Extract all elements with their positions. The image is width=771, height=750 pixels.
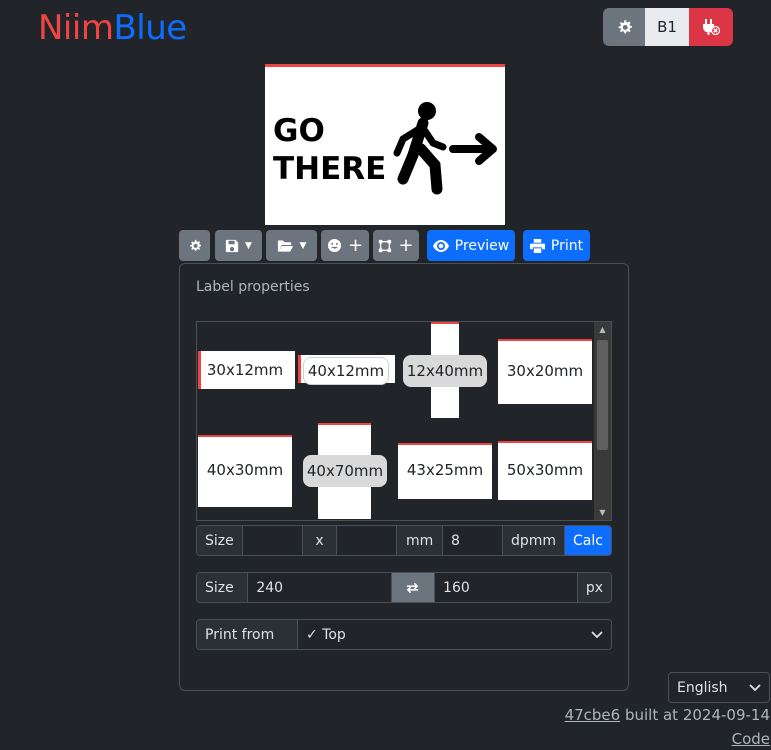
language-select[interactable]: English xyxy=(668,672,770,703)
plus-icon: + xyxy=(347,235,364,256)
swap-arrows-icon xyxy=(407,582,419,593)
x-label: x xyxy=(303,526,337,555)
print-button[interactable]: Print xyxy=(523,230,590,261)
printer-model-button[interactable]: B1 xyxy=(645,8,689,46)
chevron-down-icon: ▼ xyxy=(245,240,252,251)
panel-title: Label properties xyxy=(196,279,310,295)
template-label: 40x70mm xyxy=(303,455,387,487)
dpmm-label: dpmm xyxy=(502,526,566,555)
size-px-group: Size 240 160 px xyxy=(196,572,612,603)
template-label: 12x40mm xyxy=(403,355,487,387)
chevron-down-icon xyxy=(591,630,603,638)
walking-person-arrow-icon[interactable] xyxy=(389,99,501,195)
disconnect-button[interactable] xyxy=(689,8,733,46)
template-label: 50x30mm xyxy=(506,460,584,479)
template-label: 40x12mm xyxy=(303,357,389,385)
height-px-input[interactable]: 160 xyxy=(435,573,578,602)
canvas-text-line2[interactable]: THERE xyxy=(273,151,386,187)
app-logo: NiimBlue xyxy=(38,8,187,48)
mm-label: mm xyxy=(397,526,443,555)
printer-model-label: B1 xyxy=(657,18,677,36)
language-value: English xyxy=(677,679,728,696)
width-mm-input[interactable] xyxy=(242,526,304,555)
smiley-icon xyxy=(327,238,342,253)
height-mm-input[interactable] xyxy=(336,526,398,555)
template-label: 30x12mm xyxy=(206,361,284,379)
header-button-group: B1 xyxy=(603,8,733,46)
save-dropdown-button[interactable]: ▼ xyxy=(215,230,262,261)
print-from-value: ✓ Top xyxy=(306,626,346,643)
build-info: 47cbe6 built at 2024-09-14 xyxy=(565,706,770,724)
floppy-save-icon xyxy=(225,239,239,252)
px-label: px xyxy=(577,573,611,602)
size-mm-group: Size x mm 8 dpmm Calc xyxy=(196,525,612,556)
gear-icon xyxy=(189,239,201,251)
template-label: 40x30mm xyxy=(206,461,284,479)
label-settings-button[interactable] xyxy=(179,230,210,261)
scroll-up-icon[interactable]: ▲ xyxy=(594,325,611,334)
bounding-box-icon xyxy=(379,239,392,252)
label-template-list[interactable]: 30x12mm 40x12mm 12x40mm 30x20mm 40x30mm … xyxy=(196,321,612,521)
settings-button[interactable] xyxy=(603,8,645,46)
print-from-select[interactable]: ✓ Top xyxy=(298,620,611,649)
template-label: 30x20mm xyxy=(506,361,584,380)
canvas-text-line1[interactable]: GO xyxy=(273,113,325,149)
build-date: built at 2024-09-14 xyxy=(620,706,770,724)
template-label: 43x25mm xyxy=(406,461,484,479)
printer-icon xyxy=(529,238,545,253)
print-from-label: Print from xyxy=(197,620,298,649)
preview-button[interactable]: Preview xyxy=(427,230,515,261)
swap-dimensions-button[interactable] xyxy=(391,573,436,602)
calc-button[interactable]: Calc xyxy=(565,526,611,555)
preview-label: Preview xyxy=(454,237,510,254)
code-link[interactable]: Code xyxy=(732,730,770,748)
size-label: Size xyxy=(197,526,243,555)
scroll-down-icon[interactable]: ▼ xyxy=(594,508,611,517)
open-dropdown-button[interactable]: ▼ xyxy=(266,230,317,261)
brand-part-a: Niim xyxy=(38,8,114,48)
plug-disconnect-icon xyxy=(703,19,721,36)
size-label: Size xyxy=(197,573,249,602)
eye-icon xyxy=(432,239,449,252)
chevron-down-icon: ▼ xyxy=(299,240,307,251)
chevron-down-icon xyxy=(749,683,761,691)
width-px-input[interactable]: 240 xyxy=(248,573,392,602)
label-canvas[interactable]: GO THERE xyxy=(265,64,505,225)
folder-open-icon xyxy=(277,239,293,252)
dpmm-input[interactable]: 8 xyxy=(442,526,503,555)
commit-link[interactable]: 47cbe6 xyxy=(565,706,621,724)
gear-icon xyxy=(618,19,632,34)
add-icon-button[interactable]: + xyxy=(321,230,369,261)
scrollbar-thumb[interactable] xyxy=(597,340,608,450)
add-shape-button[interactable]: + xyxy=(373,230,419,261)
print-label: Print xyxy=(550,237,584,254)
brand-part-b: Blue xyxy=(113,8,187,48)
print-from-group: Print from ✓ Top xyxy=(196,619,612,650)
plus-icon: + xyxy=(398,235,414,256)
